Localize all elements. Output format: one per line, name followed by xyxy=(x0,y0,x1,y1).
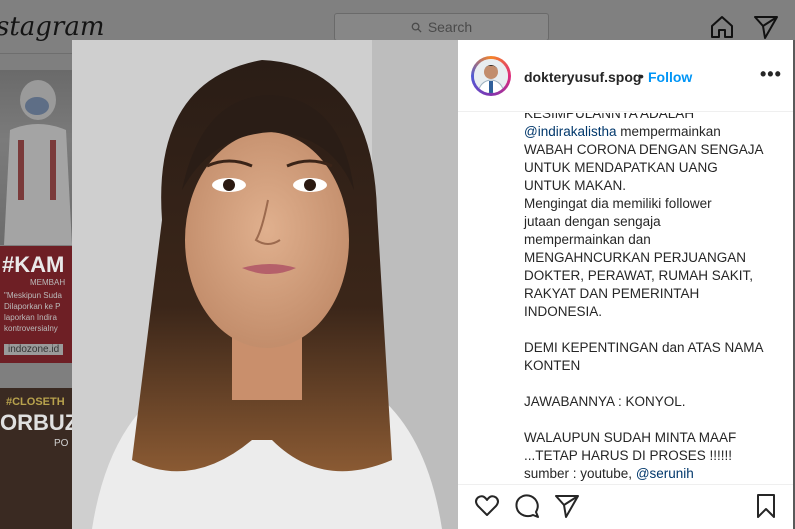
avatar-photo xyxy=(474,59,508,93)
caption-line: KESIMPULANNYA ADALAH xyxy=(524,113,784,123)
news-line: "Meskipun Suda xyxy=(4,291,62,300)
caption-line: @indirakalistha mempermainkan xyxy=(524,123,784,141)
news-line: Dilaporkan ke P xyxy=(4,302,61,311)
post-username[interactable]: dokteryusuf.spog xyxy=(524,69,641,85)
caption-text: DEMI KEPENTINGAN dan ATAS NAMA xyxy=(524,340,764,355)
caption-line: RAKYAT DAN PEMERINTAH xyxy=(524,285,784,303)
home-icon[interactable] xyxy=(709,14,735,40)
bookmark-icon[interactable] xyxy=(755,493,777,519)
post-caption: KESIMPULANNYA ADALAH @indirakalistha memp… xyxy=(458,113,793,484)
hazmat-photo xyxy=(4,80,72,245)
caption-line: UNTUK MAKAN. xyxy=(524,177,784,195)
news-headline: #KAM xyxy=(2,252,65,277)
search-icon xyxy=(411,22,422,33)
caption-text: Mengingat dia memiliki follower xyxy=(524,196,712,211)
caption-text: mempermainkan dan xyxy=(524,232,651,247)
heart-icon[interactable] xyxy=(474,493,500,519)
caption-text: ...TETAP HARUS DI PROSES !!!!!! xyxy=(524,448,733,463)
caption-text: INDONESIA. xyxy=(524,304,603,319)
caption-text: RAKYAT DAN PEMERINTAH xyxy=(524,286,700,301)
caption-line: jutaan dengan sengaja xyxy=(524,213,784,231)
caption-line xyxy=(524,321,784,339)
closet-tag: #CLOSETH xyxy=(6,396,65,408)
caption-text: WABAH CORONA DENGAN SENGAJA xyxy=(524,142,764,157)
caption-text: MENGAHNCURKAN PERJUANGAN xyxy=(524,250,747,265)
feed-thumbnail-hazmat[interactable] xyxy=(0,70,72,245)
separator-dot: • xyxy=(639,68,644,84)
caption-line: JAWABANNYA : KONYOL. xyxy=(524,393,784,411)
share-icon[interactable] xyxy=(554,493,580,519)
caption-text: DOKTER, PERAWAT, RUMAH SAKIT, xyxy=(524,268,754,283)
caption-text: jutaan dengan sengaja xyxy=(524,214,661,229)
caption-line: DEMI KEPENTINGAN dan ATAS NAMA xyxy=(524,339,784,357)
caption-line: ...TETAP HARUS DI PROSES !!!!!! xyxy=(524,447,784,465)
caption-text: mempermainkan xyxy=(616,124,721,139)
caption-line xyxy=(524,375,784,393)
paper-plane-icon[interactable] xyxy=(753,14,779,40)
instagram-logo: stagram xyxy=(0,12,105,42)
feed-thumbnail-closet[interactable]: #CLOSETH ORBUZ PO xyxy=(0,388,72,529)
caption-line: sumber : youtube, @serunih xyxy=(524,465,784,483)
post-header: dokteryusuf.spog • Follow ••• xyxy=(458,40,793,112)
caption-text: KESIMPULANNYA ADALAH xyxy=(524,113,695,121)
mention-link[interactable]: @serunih xyxy=(636,466,694,481)
search-bar[interactable]: Search xyxy=(334,13,549,41)
comment-icon[interactable] xyxy=(514,493,540,519)
caption-text: sumber : youtube, xyxy=(524,466,636,481)
portrait-photo xyxy=(72,40,458,529)
news-source: indozone.id xyxy=(4,344,64,355)
caption-line: UNTUK MENDAPATKAN UANG xyxy=(524,159,784,177)
caption-line: KONTEN xyxy=(524,357,784,375)
caption-line: DOKTER, PERAWAT, RUMAH SAKIT, xyxy=(524,267,784,285)
avatar[interactable] xyxy=(471,56,511,96)
closet-headline: ORBUZ xyxy=(0,410,72,435)
caption-line: Mengingat dia memiliki follower xyxy=(524,195,784,213)
follow-button[interactable]: Follow xyxy=(648,69,692,85)
caption-text: JAWABANNYA : KONYOL. xyxy=(524,394,686,409)
more-options-icon[interactable]: ••• xyxy=(760,64,782,85)
caption-line: WABAH CORONA DENGAN SENGAJA xyxy=(524,141,784,159)
caption-text: KONTEN xyxy=(524,358,581,373)
search-placeholder: Search xyxy=(427,19,473,35)
feed-thumbnail-news[interactable]: #KAM MEMBAH "Meskipun Suda Dilaporkan ke… xyxy=(0,246,72,363)
mention-link[interactable]: @indirakalistha xyxy=(524,124,617,139)
caption-line xyxy=(524,411,784,429)
caption-line: MENGAHNCURKAN PERJUANGAN xyxy=(524,249,784,267)
news-line: kontroversialny xyxy=(4,324,58,333)
caption-text: UNTUK MAKAN. xyxy=(524,178,627,193)
news-line: laporkan Indira xyxy=(4,313,57,322)
caption-text: WALAUPUN SUDAH MINTA MAAF xyxy=(524,430,737,445)
post-sidebar: dokteryusuf.spog • Follow ••• KESIMPULAN… xyxy=(458,40,793,529)
news-subhead: MEMBAH xyxy=(30,278,66,287)
post-actions xyxy=(458,484,793,529)
closet-sub: PO xyxy=(54,438,69,449)
post-image[interactable] xyxy=(72,40,458,529)
caption-text: UNTUK MENDAPATKAN UANG xyxy=(524,160,718,175)
caption-line: INDONESIA. xyxy=(524,303,784,321)
caption-line: WALAUPUN SUDAH MINTA MAAF xyxy=(524,429,784,447)
caption-line: mempermainkan dan xyxy=(524,231,784,249)
